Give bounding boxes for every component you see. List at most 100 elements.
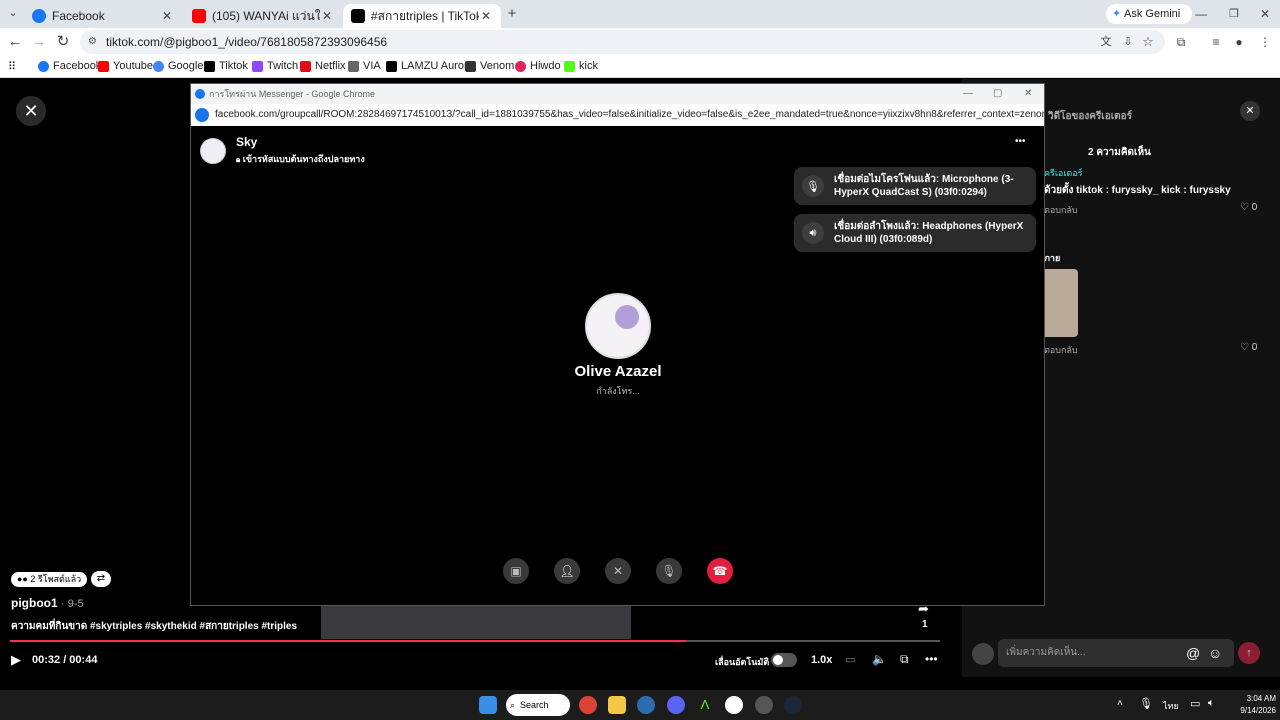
network-icon[interactable]: ▭ <box>1190 697 1200 710</box>
author-name[interactable]: pigboo1 · 9-5 <box>11 596 84 610</box>
chrome-icon[interactable] <box>579 696 597 714</box>
like-button[interactable]: ♡ 0 <box>1240 342 1257 353</box>
reload-icon[interactable]: ↻ <box>54 33 72 51</box>
close-icon[interactable]: ✕ <box>320 9 334 23</box>
bookmarks-bar: ⠿ Facebook Youtube Google Tiktok Twitch … <box>0 56 1280 78</box>
discord-icon[interactable] <box>667 696 685 714</box>
popup-minimize-icon[interactable]: — <box>963 84 973 104</box>
bookmark-lamzu[interactable]: LAMZU Aurora <box>386 60 474 72</box>
add-person-button[interactable]: 👤︎ <box>554 558 580 584</box>
app-icon[interactable] <box>637 696 655 714</box>
reply-link[interactable]: ตอบกลับ <box>1044 343 1078 357</box>
repost-text: 2 รีโพสต์แล้ว <box>30 574 82 584</box>
maximize-icon[interactable]: ❐ <box>1225 5 1243 23</box>
taskbar-search[interactable]: ⌕ Search <box>506 694 570 716</box>
autoscroll-toggle[interactable] <box>771 653 797 667</box>
browser-tab-bar: ⌄ Facebook ✕ (105) WANYAi แว่นใหญ่ Feat.… <box>0 0 1280 28</box>
clock[interactable]: 3:04 AM 9/14/2026 <box>1228 693 1276 717</box>
media-icon[interactable]: ≡ <box>1207 33 1225 51</box>
file-explorer-icon[interactable] <box>608 696 626 714</box>
ask-gemini-button[interactable]: ✦ Ask Gemini <box>1106 4 1192 24</box>
emoji-icon[interactable]: ☺ <box>1208 639 1222 667</box>
bookmark-twitch[interactable]: Twitch <box>252 60 298 72</box>
section-label: ภาย <box>1044 253 1061 263</box>
search-label: Search <box>520 700 549 710</box>
speaker-connected-toast: 🔊︎ เชื่อมต่อลำโพงแล้ว: Headphones (Hyper… <box>794 214 1036 252</box>
minimize-icon[interactable]: — <box>1192 5 1210 23</box>
video-off-button[interactable]: ✕ <box>605 558 631 584</box>
screen-share-button[interactable]: ▣ <box>503 558 529 584</box>
bookmark-venom[interactable]: Venom <box>465 60 514 72</box>
close-video-button[interactable]: ✕ <box>16 96 46 126</box>
tab-search-icon[interactable]: ⌄ <box>4 4 22 22</box>
install-icon[interactable]: ⇩ <box>1119 33 1137 51</box>
bookmark-label: LAMZU Aurora <box>401 60 474 72</box>
bookmark-google[interactable]: Google <box>153 60 203 72</box>
reply-link[interactable]: ตอบกลับ <box>1044 203 1078 217</box>
close-icon[interactable]: ✕ <box>479 9 493 23</box>
mention-icon[interactable]: @ <box>1186 639 1200 667</box>
send-button[interactable]: ↑ <box>1238 642 1260 664</box>
bookmark-star-icon[interactable]: ☆ <box>1139 33 1157 51</box>
extensions-icon[interactable]: ⧉ <box>1172 33 1190 51</box>
popup-maximize-icon[interactable]: ▢ <box>993 84 1002 104</box>
app-icon[interactable] <box>725 696 743 714</box>
share-count: 1 <box>922 619 928 630</box>
forward-icon[interactable]: → <box>30 33 48 51</box>
tiktok-icon <box>351 9 365 23</box>
captions-icon[interactable]: ▭ <box>845 653 855 666</box>
volume-tray-icon[interactable]: 🔈︎ <box>1208 697 1215 710</box>
bookmark-netflix[interactable]: Netflix <box>300 60 346 72</box>
tab-facebook[interactable]: Facebook ✕ <box>24 4 182 28</box>
mic-tray-icon[interactable]: 🎙︎ <box>1139 697 1153 710</box>
facebook-icon <box>32 9 46 23</box>
bookmark-youtube[interactable]: Youtube <box>98 60 153 72</box>
popup-address-bar[interactable]: facebook.com/groupcall/ROOM:282846971745… <box>191 104 1044 126</box>
speed-button[interactable]: 1.0x <box>811 654 832 666</box>
tab-youtube[interactable]: (105) WANYAi แว่นใหญ่ Feat. Z9 ✕ <box>184 4 342 28</box>
bookmark-label: Hiwdo <box>530 60 561 72</box>
play-icon[interactable]: ▶ <box>11 652 21 668</box>
panel-close-button[interactable]: ✕ <box>1240 101 1260 121</box>
caller-avatar[interactable] <box>200 138 226 164</box>
tab-tiktok[interactable]: #สกายtriples | TikTok ✕ <box>343 4 501 28</box>
menu-icon[interactable]: ⋮ <box>1256 33 1274 51</box>
profile-icon[interactable]: ● <box>1230 33 1248 51</box>
new-tab-button[interactable]: + <box>503 5 521 23</box>
more-options-icon[interactable]: ••• <box>925 652 938 666</box>
more-options-button[interactable]: ••• <box>1015 136 1026 147</box>
bookmark-facebook[interactable]: Facebook <box>38 60 101 72</box>
flower-icon <box>615 305 639 329</box>
app-icon[interactable] <box>755 696 773 714</box>
app-icon[interactable]: Λ <box>696 696 714 714</box>
windows-start-icon[interactable] <box>479 696 497 714</box>
bookmark-hiwdo[interactable]: Hiwdo <box>515 60 561 72</box>
repost-icon[interactable]: ⇄ <box>91 571 111 587</box>
language-indicator[interactable]: ไทย <box>1163 699 1179 713</box>
video-progress-bar[interactable] <box>10 640 940 642</box>
popup-close-icon[interactable]: ✕ <box>1024 84 1032 104</box>
repost-badge[interactable]: ●● 2 รีโพสต์แล้ว <box>11 572 88 587</box>
close-icon[interactable]: ✕ <box>160 9 174 23</box>
translate-icon[interactable]: 文 <box>1097 33 1115 51</box>
close-window-icon[interactable]: ✕ <box>1256 5 1274 23</box>
apps-icon[interactable]: ⠿ <box>8 60 16 73</box>
commenter-avatar <box>972 643 994 665</box>
bookmark-via[interactable]: VIA <box>348 60 381 72</box>
like-button[interactable]: ♡ 0 <box>1240 202 1257 213</box>
volume-icon[interactable]: 🔈 <box>872 652 887 666</box>
mute-button[interactable]: 🎙︎ <box>656 558 682 584</box>
address-bar[interactable]: ⚙ tiktok.com/@pigboo1_/video/76818058723… <box>80 30 1165 54</box>
tray-chevron-icon[interactable]: ˄ <box>1117 698 1123 709</box>
back-icon[interactable]: ← <box>6 33 24 51</box>
steam-icon[interactable] <box>784 696 802 714</box>
bookmark-label: Twitch <box>267 60 299 72</box>
comment-input[interactable]: เพิ่มความคิดเห็น... @ ☺ <box>998 639 1234 667</box>
mini-player-icon[interactable]: ⧉ <box>900 652 909 667</box>
tab-creator-videos[interactable]: วิดีโอของครีเอเตอร์ <box>1048 109 1132 124</box>
bookmark-tiktok[interactable]: Tiktok <box>204 60 248 72</box>
like-count: 0 <box>1251 342 1258 353</box>
bookmark-kick[interactable]: kick <box>564 60 598 72</box>
end-call-button[interactable]: ☎︎ <box>707 558 733 584</box>
youtube-icon <box>98 60 109 72</box>
